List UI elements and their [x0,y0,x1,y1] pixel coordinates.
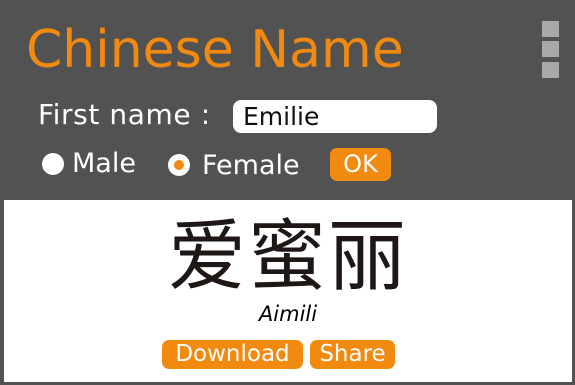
pinyin-reading: Aimili [258,302,318,326]
chinese-name-characters: 爱蜜丽 [167,212,408,302]
menu-bar-top [542,21,559,37]
gender-option-female[interactable]: Female [168,148,316,181]
download-button[interactable]: Download [162,340,303,369]
menu-icon[interactable] [542,19,559,79]
menu-bar-bottom [542,62,559,78]
share-button[interactable]: Share [310,340,395,369]
radio-button-male[interactable] [42,153,64,175]
first-name-label: First name : [38,98,211,131]
first-name-input[interactable] [233,100,437,133]
gender-label-male: Male [72,148,136,179]
result-panel: 爱蜜丽 Aimili Download Share [4,200,572,382]
gender-option-male[interactable]: Male [42,148,146,180]
gender-label-female: Female [202,150,300,181]
ok-button[interactable]: OK [330,148,391,181]
app-title: Chinese Name [26,20,404,80]
menu-bar-middle [542,41,559,57]
radio-button-female[interactable] [168,154,190,176]
app-window: Chinese Name First name : Male Female OK… [0,0,575,385]
